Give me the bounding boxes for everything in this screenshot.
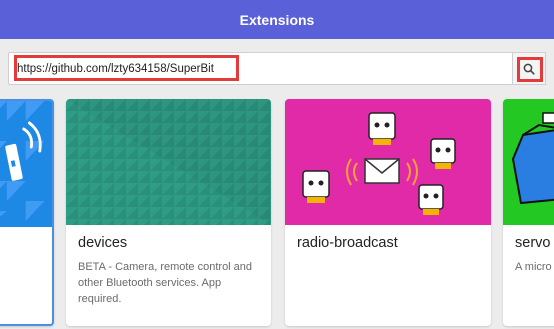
card-description: A micro: [515, 261, 552, 273]
extensions-header: Extensions: [0, 0, 554, 39]
extension-card-radio-broadcast[interactable]: radio-broadcast: [285, 99, 491, 326]
search-input[interactable]: https://github.com/lzty634158/SuperBit: [8, 52, 512, 85]
bluetooth-device-image: [0, 101, 52, 227]
search-bar: https://github.com/lzty634158/SuperBit: [8, 52, 546, 85]
search-button[interactable]: [512, 52, 546, 85]
radio-broadcast-image: [285, 99, 491, 225]
extension-card-bluetooth[interactable]: [0, 99, 54, 326]
header-title: Extensions: [239, 11, 315, 28]
servo-image: [503, 99, 554, 225]
card-name: servo: [515, 235, 551, 251]
extension-card-servo[interactable]: servo A micro: [503, 99, 554, 326]
devices-pattern-image: [66, 99, 271, 225]
extension-card-devices[interactable]: devices BETA - Camera, remote control an…: [66, 99, 271, 326]
card-description: BETA - Camera, remote control and other …: [78, 261, 253, 305]
card-name: radio-broadcast: [297, 235, 398, 251]
search-icon: [523, 63, 535, 75]
card-name: devices: [78, 235, 128, 251]
